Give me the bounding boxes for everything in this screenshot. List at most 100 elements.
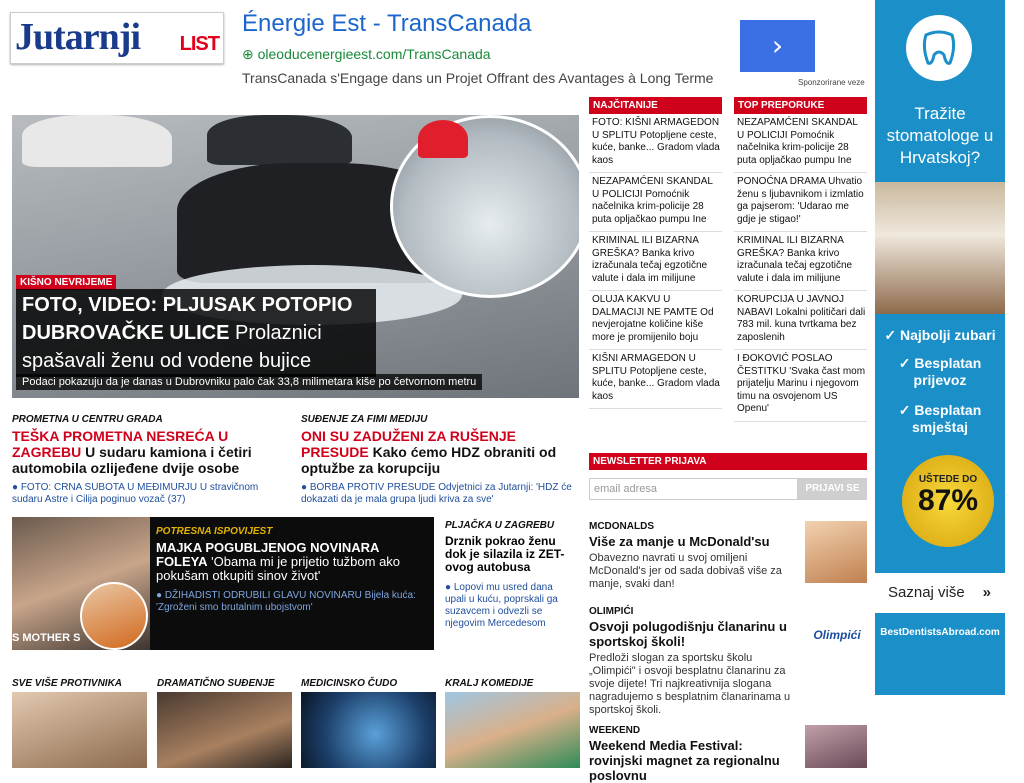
side-advertisement[interactable]: Tražite stomatologe u Hrvatskoj? ✓ Najbo… bbox=[875, 0, 1005, 695]
list-item[interactable]: PONOĆNA DRAMA Uhvatio ženu s ljubavnikom… bbox=[734, 173, 867, 232]
related-text: Lopovi mu usred dana upali u kuću, poprs… bbox=[445, 582, 558, 629]
story-fimi[interactable]: SUĐENJE ZA FIMI MEDIJU ONI SU ZADUŽENI Z… bbox=[301, 414, 576, 506]
promo-thumbnail[interactable] bbox=[805, 521, 867, 583]
ad-url[interactable]: ⊕ oleoducenergieest.com/TransCanada bbox=[242, 46, 491, 63]
chevron-right-icon: » bbox=[982, 584, 991, 601]
ad-sponsor-label: Sponzorirane veze bbox=[798, 78, 865, 87]
bullet-icon: ● bbox=[12, 482, 21, 493]
top-recommendations-header: TOP PREPORUKE bbox=[734, 97, 867, 114]
ad-site-url[interactable]: BestDentistsAbroad.com bbox=[875, 627, 1005, 638]
bottom-story-2[interactable]: DRAMATIČNO SUĐENJE bbox=[157, 678, 292, 768]
site-logo[interactable]: Jutarnji LIST bbox=[10, 12, 224, 64]
story-kicker: PROMETNA U CENTRU GRADA bbox=[12, 414, 163, 425]
list-item-bold: OLUJA KAKVU U DALMACIJI NE PAMTE bbox=[592, 294, 698, 318]
story-kicker: SUĐENJE ZA FIMI MEDIJU bbox=[301, 414, 428, 425]
promo-kicker: OLIMPIĆI bbox=[589, 606, 634, 617]
hero-subtitle: Podaci pokazuju da je danas u Dubrovniku… bbox=[16, 374, 483, 390]
ad-title[interactable]: Énergie Est - TransCanada bbox=[242, 10, 532, 38]
ad-description: TransCanada s'Engage dans un Projet Offr… bbox=[242, 70, 714, 86]
ad-question: Tražite stomatologe u Hrvatskoj? bbox=[886, 104, 994, 167]
hero-headline[interactable]: FOTO, VIDEO: PLJUSAK POTOPIO DUBROVAČKE … bbox=[16, 289, 376, 377]
newsletter-header: NEWSLETTER PRIJAVA bbox=[589, 453, 867, 470]
story-thumbnail[interactable] bbox=[301, 692, 436, 768]
photo-caption: S MOTHER S bbox=[12, 632, 81, 644]
learn-more-button[interactable]: Saznaj više » bbox=[875, 573, 1005, 613]
list-item[interactable]: I ĐOKOVIĆ POSLAO ČESTITKU 'Svaka čast mo… bbox=[734, 350, 867, 422]
story-related-link[interactable]: ● BORBA PROTIV PRESUDE Odvjetnici za Jut… bbox=[301, 482, 576, 506]
story-thumbnail[interactable] bbox=[157, 692, 292, 768]
promo-title[interactable]: Osvoji polugodišnju članarinu u sportsko… bbox=[589, 619, 789, 649]
feature-item: ✓ Besplatan smještaj bbox=[898, 402, 982, 435]
bottom-kicker: SVE VIŠE PROTIVNIKA bbox=[12, 678, 123, 689]
portrait-inset bbox=[80, 582, 148, 650]
story-traffic[interactable]: PROMETNA U CENTRU GRADA TEŠKA PROMETNA N… bbox=[12, 414, 287, 506]
ad-url-text: oleoducenergieest.com/TransCanada bbox=[257, 46, 491, 62]
list-item[interactable]: KRIMINAL ILI BIZARNA GREŠKA? Banka krivo… bbox=[734, 232, 867, 291]
promo-mcdonalds[interactable]: MCDONALDS Više za manje u McDonald'su Ob… bbox=[589, 521, 867, 591]
bottom-story-1[interactable]: SVE VIŠE PROTIVNIKA bbox=[12, 678, 147, 768]
info-icon: ⊕ bbox=[242, 46, 258, 62]
robbery-story[interactable]: PLJAČKA U ZAGREBU Drznik pokrao ženu dok… bbox=[445, 520, 575, 630]
story-thumbnail[interactable] bbox=[12, 692, 147, 768]
related-bold: BORBA PROTIV PRESUDE bbox=[309, 482, 436, 493]
bullet-icon: ● bbox=[301, 482, 310, 493]
story-title[interactable]: Drznik pokrao ženu dok je silazila iz ZE… bbox=[445, 535, 575, 574]
promo-thumbnail[interactable] bbox=[805, 725, 867, 768]
bottom-story-3[interactable]: MEDICINSKO ČUDO bbox=[301, 678, 436, 768]
story-thumbnail[interactable] bbox=[445, 692, 580, 768]
newsletter-signup: NEWSLETTER PRIJAVA email adresa PRIJAVI … bbox=[589, 453, 867, 500]
story-title[interactable]: MAJKA POGUBLJENOG NOVINARA FOLEYA 'Obama… bbox=[156, 541, 426, 583]
related-bold: FOTO: CRNA SUBOTA U MEĐIMURJU bbox=[20, 482, 198, 493]
feature-item: ✓ Besplatan prijevoz bbox=[898, 355, 982, 388]
bottom-kicker: KRALJ KOMEDIJE bbox=[445, 678, 534, 689]
related-bold: DŽIHADISTI ODRUBILI GLAVU NOVINARU bbox=[164, 590, 362, 601]
promo-olimpici[interactable]: OLIMPIĆI Osvoji polugodišnju članarinu u… bbox=[589, 606, 867, 717]
list-item[interactable]: NEZAPAMĆENI SKANDAL U POLICIJI Pomoćnik … bbox=[589, 173, 722, 232]
learn-more-label: Saznaj više bbox=[888, 584, 965, 601]
hero-story[interactable]: KIŠNO NEVRIJEME FOTO, VIDEO: PLJUSAK POT… bbox=[12, 115, 579, 398]
hotel-room-photo bbox=[875, 182, 1005, 314]
promo-desc: Predloži slogan za sportsku školu „Olimp… bbox=[589, 652, 791, 716]
subscribe-button[interactable]: PRIJAVI SE bbox=[798, 478, 867, 500]
list-item[interactable]: NEZAPAMĆENI SKANDAL U POLICIJI Pomoćnik … bbox=[734, 114, 867, 173]
list-item[interactable]: FOTO: KIŠNI ARMAGEDON U SPLITU Potopljen… bbox=[589, 114, 722, 173]
story-related-link[interactable]: ● DŽIHADISTI ODRUBILI GLAVU NOVINARU Bij… bbox=[156, 590, 426, 614]
email-input[interactable]: email adresa bbox=[589, 478, 798, 500]
bullet-icon: ● bbox=[156, 590, 165, 601]
badge-percent: 87% bbox=[917, 484, 979, 517]
olimpici-logo[interactable]: Olimpići bbox=[807, 628, 867, 642]
top-recommendations-list: TOP PREPORUKE NEZAPAMĆENI SKANDAL U POLI… bbox=[734, 97, 867, 422]
list-item-bold: PONOĆNA DRAMA bbox=[737, 176, 826, 187]
list-item[interactable]: OLUJA KAKVU U DALMACIJI NE PAMTE Od nevj… bbox=[589, 291, 722, 350]
list-item[interactable]: KORUPCIJA U JAVNOJ NABAVI Lokalni politi… bbox=[734, 291, 867, 350]
most-read-list: NAJČITANIJE FOTO: KIŠNI ARMAGEDON U SPLI… bbox=[589, 97, 722, 409]
story-related-link[interactable]: ● FOTO: CRNA SUBOTA U MEĐIMURJU U stravi… bbox=[12, 482, 287, 506]
savings-badge: UŠTEDE DO 87% bbox=[902, 455, 994, 547]
story-related-link[interactable]: ● Lopovi mu usred dana upali u kuću, pop… bbox=[445, 582, 575, 630]
story-title[interactable]: TEŠKA PROMETNA NESREĆA U ZAGREBU U sudar… bbox=[12, 428, 287, 476]
promo-weekend[interactable]: WEEKEND Weekend Media Festival: rovinjsk… bbox=[589, 725, 867, 783]
promo-title[interactable]: Više za manje u McDonald'su bbox=[589, 534, 789, 549]
list-item[interactable]: KRIMINAL ILI BIZARNA GREŠKA? Banka krivo… bbox=[589, 232, 722, 291]
most-read-header: NAJČITANIJE bbox=[589, 97, 722, 114]
bottom-kicker: DRAMATIČNO SUĐENJE bbox=[157, 678, 275, 689]
list-item[interactable]: KIŠNI ARMAGEDON U SPLITU Potopljene cest… bbox=[589, 350, 722, 409]
hero-inset-photo bbox=[390, 115, 579, 298]
car-image bbox=[22, 115, 172, 167]
tooth-icon-svg bbox=[922, 30, 956, 65]
bottom-kicker: MEDICINSKO ČUDO bbox=[301, 678, 398, 689]
bottom-story-4[interactable]: KRALJ KOMEDIJE bbox=[445, 678, 580, 768]
promo-desc: Obavezno navrati u svoj omiljeni McDonal… bbox=[589, 552, 782, 590]
story-title[interactable]: ONI SU ZADUŽENI ZA RUŠENJE PRESUDE Kako … bbox=[301, 428, 576, 476]
logo-suffix-text: LIST bbox=[179, 33, 220, 55]
bullet-icon: ● bbox=[445, 582, 454, 593]
logo-main-text: Jutarnji bbox=[15, 16, 141, 58]
tooth-icon bbox=[906, 15, 972, 81]
car-image bbox=[207, 115, 352, 165]
ad-arrow-button[interactable]: › bbox=[740, 20, 815, 72]
umbrella-image bbox=[418, 120, 468, 158]
story-kicker: POTRESNA ISPOVIJEST bbox=[156, 526, 273, 537]
foley-story[interactable]: S MOTHER S POTRESNA ISPOVIJEST MAJKA POG… bbox=[12, 517, 434, 650]
hero-kicker: KIŠNO NEVRIJEME bbox=[16, 275, 117, 290]
promo-title[interactable]: Weekend Media Festival: rovinjski magnet… bbox=[589, 738, 799, 783]
